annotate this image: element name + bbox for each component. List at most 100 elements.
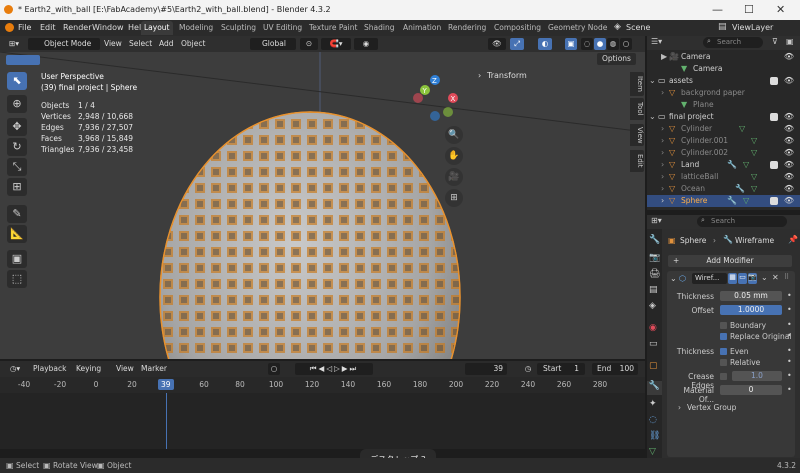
- outliner-row[interactable]: › ▽ Cylinder.002 ▽ 👁: [647, 147, 800, 159]
- expand-icon[interactable]: ›: [661, 87, 664, 99]
- keyframe-dot-icon[interactable]: •: [787, 291, 792, 300]
- shading-solid-icon[interactable]: ●: [594, 38, 606, 50]
- tab-edit[interactable]: Edit: [630, 150, 644, 172]
- overlay-toggle-icon[interactable]: ◐: [538, 38, 552, 50]
- menu-file[interactable]: File: [18, 23, 31, 32]
- select-tool-icon[interactable]: ⬉: [7, 72, 27, 90]
- physics-tab-icon[interactable]: ◌: [649, 415, 657, 425]
- camera-view-icon[interactable]: 🎥: [445, 168, 463, 186]
- shading-rendered-icon[interactable]: ○: [620, 38, 632, 50]
- visibility-eye-icon[interactable]: 👁: [784, 159, 794, 171]
- scene-selector[interactable]: Scene: [626, 23, 650, 32]
- keyframe-dot-icon[interactable]: •: [787, 346, 792, 355]
- realtime-toggle-icon[interactable]: ▭: [738, 273, 747, 284]
- timeline-ruler[interactable]: -40 -20 0 20 40 60 80 100 120 140 160 18…: [0, 377, 645, 393]
- playback-controls[interactable]: ⏮◀◁▷▶⏭: [295, 363, 373, 375]
- collection-checkbox[interactable]: [770, 77, 778, 85]
- outliner-row[interactable]: ⌄ ▭ assets 👁: [647, 75, 800, 87]
- replace-original-checkbox[interactable]: [720, 333, 727, 340]
- tab-texture-paint[interactable]: Texture Paint: [306, 21, 360, 35]
- menu-object[interactable]: Object: [181, 38, 205, 50]
- offset-field[interactable]: 1.0000: [720, 305, 782, 315]
- tab-tool[interactable]: Tool: [630, 98, 644, 120]
- rotate-tool-icon[interactable]: ↻: [7, 138, 27, 156]
- current-frame-field[interactable]: 39: [465, 363, 507, 375]
- view-layer-tab-icon[interactable]: ▤: [649, 285, 658, 295]
- expand-icon[interactable]: ⌄: [649, 75, 656, 87]
- tab-modeling[interactable]: Modeling: [176, 21, 216, 35]
- outliner[interactable]: ▶ 🎥 Camera 👁 ▼ Camera ⌄ ▭ assets 👁 › ▽ b…: [647, 50, 800, 210]
- add-object-tool-icon[interactable]: ⬚: [7, 270, 27, 288]
- outliner-row[interactable]: › ▽ Cylinder ▽ 👁: [647, 123, 800, 135]
- even-checkbox[interactable]: [720, 348, 727, 355]
- menu-view[interactable]: View: [104, 38, 122, 50]
- collection-checkbox[interactable]: [770, 113, 778, 121]
- edit-mode-toggle-icon[interactable]: ▦: [728, 273, 737, 284]
- menu-edit[interactable]: Edit: [40, 23, 56, 32]
- modifier-tab-icon[interactable]: 🔧: [647, 381, 662, 395]
- keyframe-dot-icon[interactable]: •: [787, 385, 792, 394]
- collapse-icon[interactable]: ⌄: [670, 274, 677, 283]
- visibility-eye-icon[interactable]: 👁: [784, 195, 794, 207]
- playhead-marker[interactable]: 39: [158, 379, 174, 390]
- add-cube-tool-icon[interactable]: ▣: [7, 250, 27, 268]
- tab-compositing[interactable]: Compositing: [491, 21, 544, 35]
- pivot-icon[interactable]: ⊙: [300, 38, 318, 50]
- modifier-name-field[interactable]: Wiref...: [692, 273, 727, 284]
- keyframe-dot-icon[interactable]: •: [787, 331, 792, 340]
- tab-view[interactable]: View: [630, 124, 644, 146]
- select-checkbox[interactable]: [770, 161, 778, 169]
- move-tool-icon[interactable]: ✥: [7, 118, 27, 136]
- visibility-eye-icon[interactable]: 👁: [784, 183, 794, 195]
- tab-item[interactable]: Item: [630, 72, 644, 96]
- record-icon[interactable]: ○: [268, 363, 280, 375]
- visibility-eye-icon[interactable]: 👁: [784, 75, 794, 87]
- zoom-icon[interactable]: 🔍: [445, 126, 463, 144]
- select-checkbox[interactable]: [770, 197, 778, 205]
- options-dropdown[interactable]: Options: [597, 53, 636, 65]
- minimize-button[interactable]: —: [712, 3, 723, 16]
- render-tab-icon[interactable]: 📷: [649, 253, 660, 263]
- visibility-eye-icon[interactable]: 👁: [784, 135, 794, 147]
- modifier-menu-icon[interactable]: ⌄: [761, 273, 768, 282]
- visibility-eye-icon[interactable]: 👁: [784, 111, 794, 123]
- outliner-row[interactable]: ▼ Camera: [647, 63, 800, 75]
- measure-tool-icon[interactable]: 📐: [7, 225, 27, 243]
- proportional-edit-icon[interactable]: ◉: [354, 38, 378, 50]
- keyframe-dot-icon[interactable]: •: [787, 320, 792, 329]
- drag-handle-icon[interactable]: ⠿: [784, 273, 789, 281]
- xray-toggle-icon[interactable]: ▣: [565, 38, 577, 50]
- keyframe-dot-icon[interactable]: •: [787, 357, 792, 366]
- add-modifier-button[interactable]: + Add Modifier: [668, 255, 792, 267]
- menu-marker[interactable]: Marker: [141, 363, 167, 375]
- transform-panel-chevron-icon[interactable]: ›: [478, 71, 481, 80]
- preview-range-icon[interactable]: ◷: [522, 363, 534, 375]
- visibility-icon[interactable]: 👁: [488, 38, 506, 50]
- shading-material-icon[interactable]: ◍: [607, 38, 619, 50]
- maximize-button[interactable]: ☐: [744, 3, 754, 16]
- material-offset-field[interactable]: 0: [720, 385, 782, 395]
- collection-tab-icon[interactable]: ▭: [649, 339, 658, 349]
- world-tab-icon[interactable]: ◉: [649, 323, 657, 333]
- timeline-area[interactable]: [0, 393, 645, 449]
- 3d-viewport[interactable]: User Perspective (39) final project | Sp…: [0, 52, 645, 359]
- tab-uv-editing[interactable]: UV Editing: [260, 21, 305, 35]
- menu-keying[interactable]: Keying: [76, 363, 101, 375]
- vertex-group-chevron-icon[interactable]: ›: [678, 403, 681, 412]
- outliner-row[interactable]: ⌄ ▭ final project 👁: [647, 111, 800, 123]
- menu-render[interactable]: Render: [63, 23, 91, 32]
- transform-orientation-dropdown[interactable]: Global: [250, 38, 296, 50]
- vertex-group-subpanel[interactable]: Vertex Group: [687, 403, 736, 412]
- remove-modifier-icon[interactable]: ✕: [772, 273, 779, 282]
- outliner-row[interactable]: ▼ Plane: [647, 99, 800, 111]
- select-mode-icons[interactable]: [6, 55, 40, 65]
- visibility-eye-icon[interactable]: 👁: [784, 171, 794, 183]
- crease-edges-checkbox[interactable]: [720, 373, 727, 380]
- cursor-tool-icon[interactable]: ⊕: [7, 95, 27, 113]
- gizmo-toggle-icon[interactable]: ⤢: [510, 38, 524, 50]
- navigation-gizmo[interactable]: Z X Y: [410, 72, 465, 127]
- menu-timeline-view[interactable]: View: [116, 363, 134, 375]
- particles-tab-icon[interactable]: ✦: [649, 399, 657, 409]
- scene-tab-icon[interactable]: ◈: [649, 301, 656, 311]
- menu-select[interactable]: Select: [129, 38, 152, 50]
